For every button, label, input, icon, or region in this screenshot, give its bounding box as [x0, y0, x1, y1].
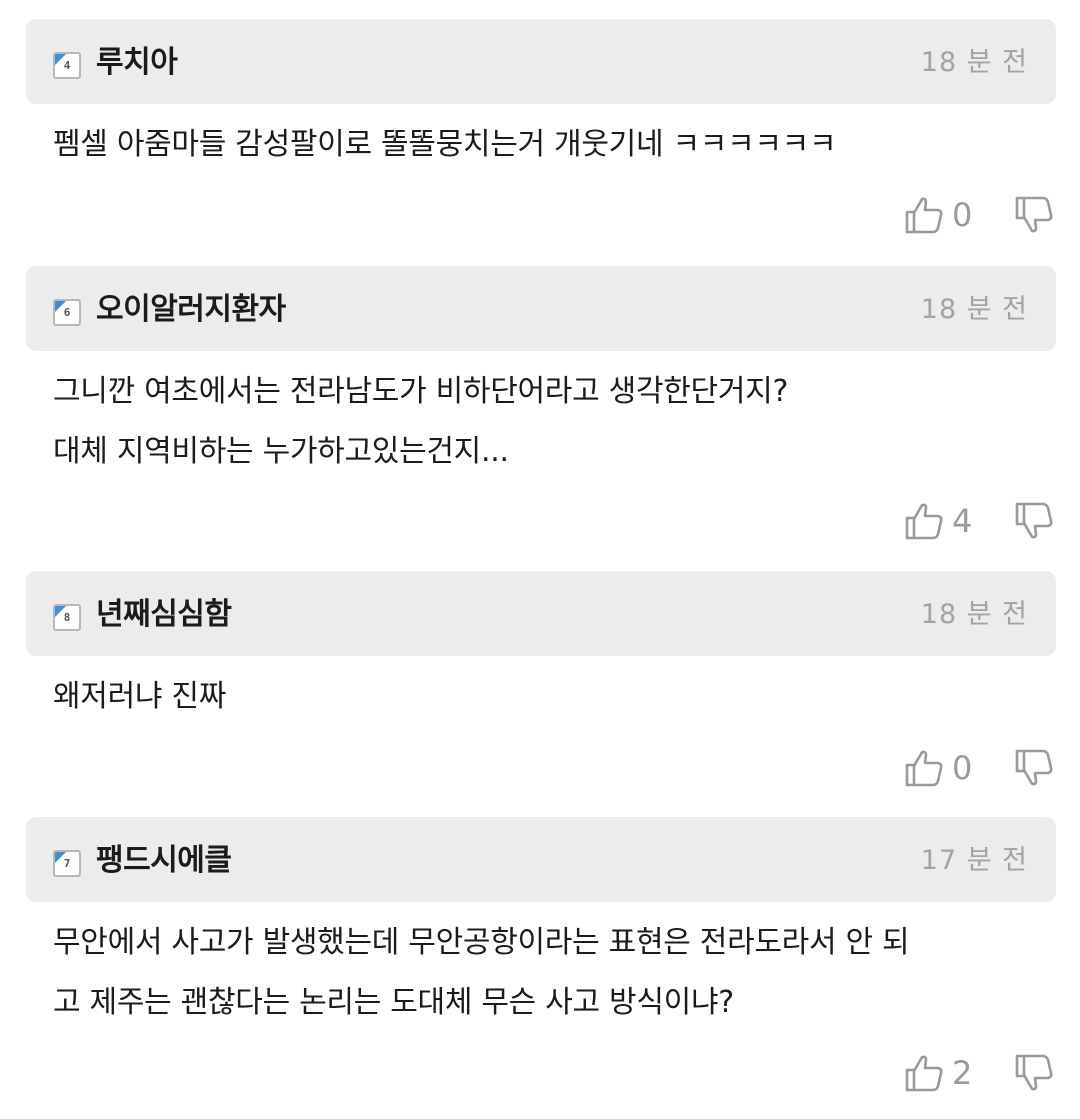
comment-username[interactable]: 년째심심함	[96, 595, 232, 635]
level-badge-number: 8	[63, 611, 71, 624]
like-button[interactable]: 4	[904, 499, 994, 543]
like-count: 2	[952, 1054, 973, 1092]
comment-timestamp: 18 분 전	[920, 47, 1028, 78]
comment-item: 4 루치아 18 분 전 펨셀 아줌마들 감성팔이로 똘똘뭉치는거 개웃기네 ㅋ…	[0, 0, 1080, 260]
level-badge-number: 6	[63, 306, 71, 319]
level-badge-icon: 7	[53, 850, 81, 877]
dislike-button[interactable]	[1014, 746, 1054, 790]
dislike-button[interactable]	[1014, 1051, 1054, 1095]
thumbs-down-icon	[1015, 1054, 1053, 1091]
comment-header: 7 팽드시에클 17 분 전	[26, 817, 1056, 902]
like-count: 0	[952, 749, 973, 787]
comment-username[interactable]: 오이알러지환자	[96, 290, 286, 330]
level-badge-icon: 4	[53, 52, 81, 79]
like-button[interactable]: 0	[904, 193, 994, 237]
thumbs-down-icon	[1015, 196, 1053, 233]
comment-actions: 2	[904, 1051, 1054, 1095]
comment-timestamp: 18 분 전	[920, 294, 1028, 325]
comment-actions: 0	[904, 193, 1054, 237]
thumbs-down-icon	[1015, 502, 1053, 539]
dislike-button[interactable]	[1014, 499, 1054, 543]
thumbs-down-icon	[1015, 749, 1053, 786]
level-badge-number: 7	[63, 857, 71, 870]
like-count: 4	[952, 502, 973, 540]
comment-item: 8 년째심심함 18 분 전 왜저러냐 진짜 0	[0, 552, 1080, 812]
comment-text: 왜저러냐 진짜	[53, 679, 227, 714]
comment-actions: 4	[904, 499, 1054, 543]
thumbs-up-icon	[905, 503, 943, 540]
level-badge-icon: 8	[53, 604, 81, 631]
comment-timestamp: 17 분 전	[920, 845, 1028, 876]
like-button[interactable]: 2	[904, 1051, 994, 1095]
comment-item: 7 팽드시에클 17 분 전 무안에서 사고가 발생했는데 무안공항이라는 표현…	[0, 798, 1080, 1119]
comment-header: 4 루치아 18 분 전	[26, 19, 1056, 104]
comment-text: 무안에서 사고가 발생했는데 무안공항이라는 표현은 전라도라서 안 되 고 제…	[53, 925, 910, 1020]
thumbs-up-icon	[905, 197, 943, 234]
comment-username[interactable]: 루치아	[96, 43, 178, 83]
level-badge-icon: 6	[53, 299, 81, 326]
like-count: 0	[952, 196, 973, 234]
comment-actions: 0	[904, 746, 1054, 790]
comment-item: 6 오이알러지환자 18 분 전 그니깐 여초에서는 전라남도가 비하단어라고 …	[0, 247, 1080, 567]
comment-header: 8 년째심심함 18 분 전	[26, 571, 1056, 656]
thumbs-up-icon	[905, 750, 943, 787]
like-button[interactable]: 0	[904, 746, 994, 790]
comment-username[interactable]: 팽드시에클	[96, 841, 232, 881]
level-badge-number: 4	[63, 59, 71, 72]
comment-text: 펨셀 아줌마들 감성팔이로 똘똘뭉치는거 개웃기네 ㅋㅋㅋㅋㅋㅋ	[53, 127, 837, 162]
dislike-button[interactable]	[1014, 193, 1054, 237]
comment-timestamp: 18 분 전	[920, 599, 1028, 630]
comment-text: 그니깐 여초에서는 전라남도가 비하단어라고 생각한단거지? 대체 지역비하는 …	[53, 374, 789, 469]
thumbs-up-icon	[905, 1055, 943, 1092]
comment-header: 6 오이알러지환자 18 분 전	[26, 266, 1056, 351]
